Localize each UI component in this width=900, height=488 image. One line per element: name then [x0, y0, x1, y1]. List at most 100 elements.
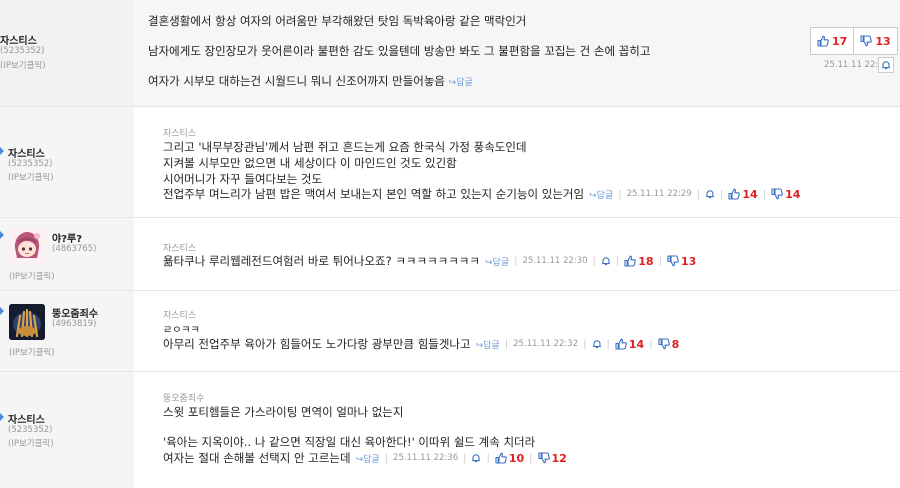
downvote-button[interactable]: 13 — [853, 28, 896, 54]
reply-arrow-icon: ↪ — [484, 257, 493, 268]
report-button[interactable] — [471, 453, 481, 463]
comment-body: 자스티스 그리고 '내무부장관님'께서 남편 쥐고 흔드는게 요즘 한국식 가정… — [134, 107, 900, 217]
downvote-button[interactable]: 13 — [667, 255, 696, 268]
thumbs-down-icon — [667, 255, 679, 267]
reply-target-nick: 자스티스 — [163, 129, 197, 139]
reply-link[interactable]: 답글 — [493, 258, 510, 268]
thumbs-down-icon — [860, 35, 872, 47]
reply-link[interactable]: 답글 — [597, 191, 614, 201]
upvote-count: 14 — [628, 337, 645, 351]
thumbs-up-icon — [624, 255, 636, 267]
comment-body: 자스티스 ㄹㅇㅋㅋ 아무리 전업주부 육아가 힘들어도 노가다랑 광부만큼 힘들… — [134, 291, 900, 371]
upvote-count: 10 — [508, 451, 525, 465]
comment-text-line: 아무리 전업주부 육아가 힘들어도 노가다랑 광부만큼 힘들겟나고 ↪답글 | … — [163, 336, 679, 352]
ip-view-link[interactable]: (IP보기클릭) — [8, 437, 54, 449]
user-id: (5235352) — [0, 46, 45, 56]
upvote-button[interactable]: 18 — [624, 254, 654, 268]
user-id: (5235352) — [8, 425, 53, 435]
comment-text-line: 전업주부 며느리가 남편 밥은 맥여서 보내는지 본인 역할 하고 있는지 순기… — [163, 186, 800, 202]
downvote-button[interactable]: 8 — [658, 337, 680, 351]
divider: | — [696, 188, 701, 200]
comment-text: 여자는 절대 손해볼 선택지 안 고르는데 — [163, 451, 351, 465]
thumbs-up-icon — [495, 452, 507, 464]
comment-body: 뚱오줌죄수 스윗 포티헴들은 가스라이팅 면역이 얼마나 없는지 '육아는 지옥… — [134, 372, 900, 488]
downvote-button[interactable]: 12 — [538, 452, 567, 465]
comment-text-line: 시어머니가 자꾸 들여다보는 것도 — [163, 172, 323, 186]
upvote-count: 17 — [832, 34, 848, 48]
comment-text: 여자가 시부모 대하는건 시월드니 뭐니 신조어까지 만들어놓음 — [148, 74, 446, 88]
comment-text-line: 남자에게도 장인장모가 웃어른이라 불편한 감도 있을텐데 방송만 봐도 그 불… — [148, 44, 651, 58]
avatar[interactable] — [9, 304, 45, 340]
divider: | — [615, 255, 620, 267]
upvote-button[interactable]: 14 — [615, 338, 644, 351]
downvote-count: 14 — [785, 187, 801, 201]
divider: | — [649, 338, 653, 350]
comment-text-line: '육아는 지옥이야.. 나 같으면 직장일 대신 육아한다!' 이따위 쉴드 계… — [163, 435, 536, 449]
downvote-count: 12 — [551, 451, 567, 465]
ip-view-link[interactable]: (IP보기클릭) — [0, 59, 46, 71]
comment-text: 욞타쿠나 루리웹레전드여험러 바로 튀어나오죠? ㅋㅋㅋㅋㅋㅋㅋㅋ — [163, 254, 480, 268]
report-button[interactable] — [878, 57, 894, 73]
divider: | — [529, 452, 533, 464]
divider: | — [384, 452, 389, 464]
reply-arrow-icon: ↪ — [589, 190, 597, 201]
report-button[interactable] — [592, 339, 602, 349]
report-button[interactable] — [601, 256, 611, 266]
upvote-button[interactable]: 14 — [728, 188, 758, 201]
comment-text-line: 여자는 절대 손해볼 선택지 안 고르는데 ↪답글 | 25.11.11 22:… — [163, 450, 567, 466]
ip-view-link[interactable]: (IP보기클릭) — [8, 171, 54, 183]
downvote-count: 8 — [671, 337, 680, 351]
comment-text: 아무리 전업주부 육아가 힘들어도 노가다랑 광부만큼 힘들겟나고 — [163, 337, 471, 351]
comment-text-line: 지켜볼 시부모만 없으면 내 세상이다 이 마인드인 것도 있긴함 — [163, 156, 457, 170]
reply-link[interactable]: 답글 — [483, 341, 500, 351]
ip-view-link[interactable]: (IP보기클릭) — [9, 270, 55, 282]
comment-user-panel: 자스티스 (5235352) (IP보기클릭) — [0, 372, 134, 488]
user-id: (4863765) — [52, 244, 97, 254]
report-button[interactable] — [705, 189, 715, 199]
avatar[interactable] — [9, 228, 45, 264]
divider: | — [658, 255, 662, 267]
comment-text-line: 결혼생활에서 항상 여자의 어려움만 부각해왔던 탓임 독박육아랑 같은 맥락인… — [148, 14, 527, 28]
user-id: (4963819) — [52, 319, 97, 329]
thumbs-down-icon — [658, 338, 670, 350]
reply-marker — [0, 231, 4, 239]
ip-view-link[interactable]: (IP보기클릭) — [9, 346, 55, 358]
comment-text-line: ㄹㅇㅋㅋ — [163, 325, 200, 336]
comment-date: 25.11.11 22:32 — [513, 339, 579, 349]
hand-glow-avatar-icon — [9, 304, 45, 340]
comment-row: 야?루? (4863765) (IP보기클릭) 자스티스 욞타쿠나 루리웹레전드… — [0, 218, 900, 291]
reply-target-nick: 뚱오줌죄수 — [163, 394, 205, 404]
reply-target-nick: 자스티스 — [163, 311, 197, 321]
comment-row: 자스티스 (5235352) (IP보기클릭) 뚱오줌죄수 스윗 포티헴들은 가… — [0, 372, 900, 488]
thumbs-down-icon — [538, 452, 550, 464]
thumbs-up-icon — [817, 35, 829, 47]
comment-user-panel: 자스티스 (5235352) (IP보기클릭) — [0, 107, 134, 217]
vote-box: 17 13 — [810, 27, 898, 55]
divider: | — [486, 452, 490, 464]
anime-girl-avatar-icon — [9, 228, 45, 264]
user-name[interactable]: 자스티스 — [8, 411, 45, 426]
comment-date: 25.11.11 22:30 — [522, 256, 588, 266]
comment-text-line: 그리고 '내무부장관님'께서 남편 쥐고 흔드는게 요즘 한국식 가정 풍속도인… — [163, 140, 527, 154]
reply-link[interactable]: 답글 — [363, 455, 380, 465]
user-name[interactable]: 야?루? — [52, 230, 82, 245]
upvote-button[interactable]: 17 — [811, 28, 853, 54]
user-name[interactable]: 뚱오줌죄수 — [52, 305, 98, 320]
thumbs-up-icon — [728, 188, 740, 200]
comment-text: 전업주부 며느리가 남편 밥은 맥여서 보내는지 본인 역할 하고 있는지 순기… — [163, 187, 585, 201]
comment-date: 25.11.11 22:36 — [393, 453, 459, 463]
divider: | — [514, 255, 518, 267]
bell-icon — [592, 339, 602, 349]
upvote-count: 18 — [638, 254, 654, 268]
user-name[interactable]: 자스티스 — [0, 32, 37, 47]
comment-user-panel: 자스티스 (5235352) (IP보기클릭) — [0, 0, 134, 106]
divider: | — [720, 188, 724, 200]
upvote-button[interactable]: 10 — [495, 452, 524, 465]
divider: | — [592, 255, 596, 267]
reply-link[interactable]: 답글 — [456, 78, 473, 88]
comment-text-line: 욞타쿠나 루리웹레전드여험러 바로 튀어나오죠? ㅋㅋㅋㅋㅋㅋㅋㅋ ↪답글 | … — [163, 253, 696, 269]
user-id: (5235352) — [8, 159, 53, 169]
downvote-button[interactable]: 14 — [771, 188, 800, 201]
user-name[interactable]: 자스티스 — [8, 145, 45, 160]
comment-body: 결혼생활에서 항상 여자의 어려움만 부각해왔던 탓임 독박육아랑 같은 맥락인… — [134, 0, 900, 106]
